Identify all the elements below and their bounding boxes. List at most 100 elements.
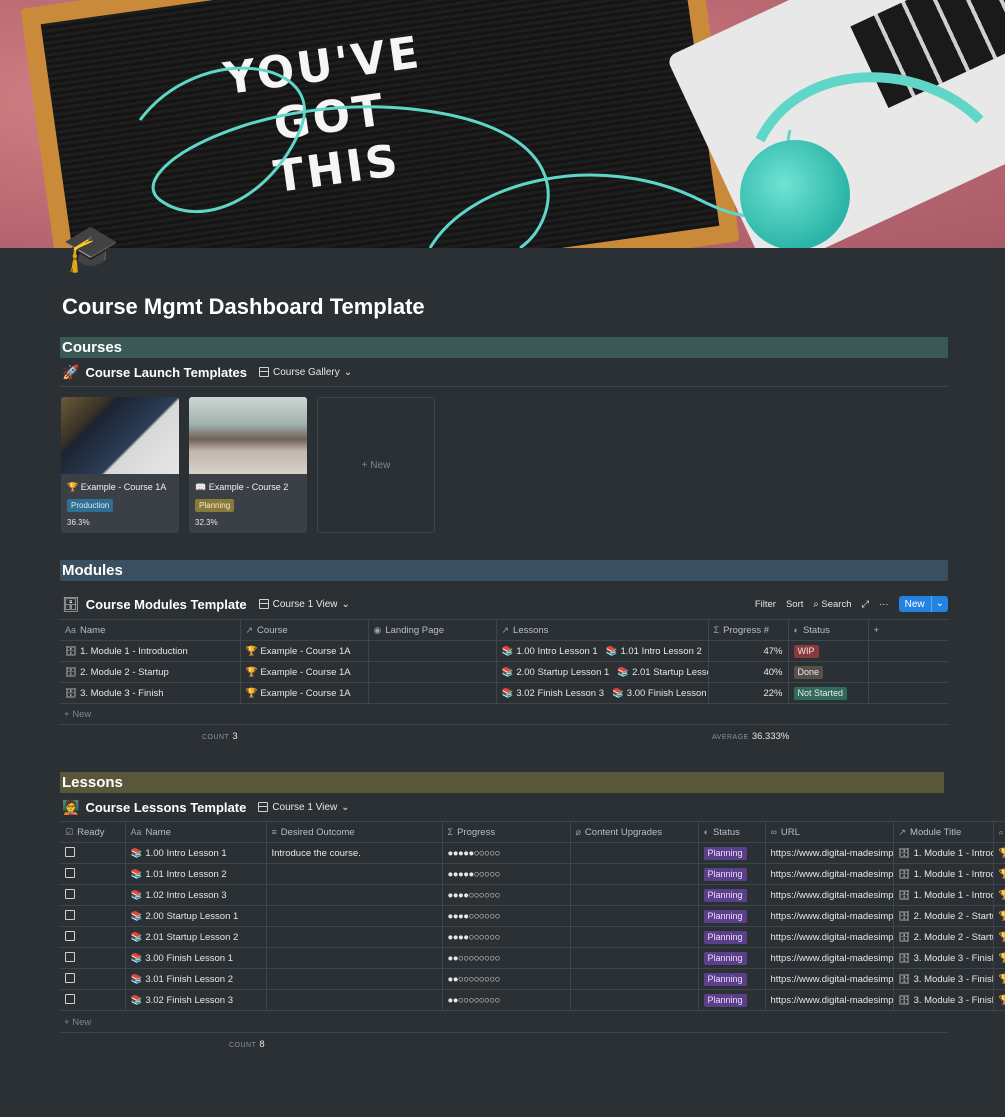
ready-checkbox[interactable] bbox=[65, 993, 75, 1004]
landing-page-cell[interactable] bbox=[368, 682, 497, 704]
outcome-cell[interactable] bbox=[266, 863, 443, 885]
progress-cell[interactable]: ●●●●●○○○○○ bbox=[442, 842, 571, 864]
content-upgrades-cell[interactable] bbox=[570, 968, 699, 990]
table-row[interactable]: 🗄 1. Module 1 - Introduction 🏆 Example - Co… bbox=[60, 640, 948, 662]
lessons-cell[interactable]: 📚 3.02 Finish Lesson 3 📚 3.00 Finish Lesso… bbox=[496, 682, 709, 704]
count-summary[interactable]: COUNT 3 bbox=[202, 731, 238, 742]
ready-cell[interactable] bbox=[60, 842, 126, 864]
lesson-name-cell[interactable]: 📚 2.00 Startup Lesson 1 bbox=[125, 905, 267, 927]
progress-cell[interactable]: 47% bbox=[708, 640, 789, 662]
progress-cell[interactable]: 40% bbox=[708, 661, 789, 683]
ready-cell[interactable] bbox=[60, 863, 126, 885]
table-row[interactable]: 📚 2.00 Startup Lesson 1 ●●●●○○○○○○ Planning… bbox=[60, 905, 1005, 927]
progress-cell[interactable]: ●●○○○○○○○○ bbox=[442, 989, 571, 1011]
url-cell[interactable]: https://www.digital-madesimple bbox=[765, 989, 894, 1011]
status-cell[interactable]: Planning bbox=[698, 926, 766, 948]
ready-checkbox[interactable] bbox=[65, 930, 75, 941]
ready-checkbox[interactable] bbox=[65, 867, 75, 878]
course-cell[interactable]: 🏆 Example - Course 1A bbox=[240, 640, 369, 662]
progress-cell[interactable]: ●●●●○○○○○○ bbox=[442, 884, 571, 906]
ready-checkbox[interactable] bbox=[65, 951, 75, 962]
table-row[interactable]: 📚 1.01 Intro Lesson 2 ●●●●●○○○○○ Planning ht… bbox=[60, 863, 1005, 885]
module-title-cell[interactable]: 🗄 1. Module 1 - Introdu bbox=[893, 842, 994, 864]
course-card[interactable]: 🏆 Example - Course 1A Production 36.3% bbox=[61, 397, 179, 533]
url-cell[interactable]: https://www.digital-madesimple bbox=[765, 863, 894, 885]
column-header-status[interactable]: ◐ Status bbox=[788, 619, 869, 641]
table-row[interactable]: 📚 1.00 Intro Lesson 1 Introduce the course… bbox=[60, 842, 1005, 864]
module-name-cell[interactable]: 🗄 2. Module 2 - Startup bbox=[60, 661, 241, 683]
new-row-button[interactable]: + New bbox=[64, 1017, 91, 1028]
progress-cell[interactable]: ●●●●●○○○○○ bbox=[442, 863, 571, 885]
content-upgrades-cell[interactable] bbox=[570, 884, 699, 906]
module-name-cell[interactable]: 🗄 3. Module 3 - Finish bbox=[60, 682, 241, 704]
new-record-button[interactable]: New ⌄ bbox=[898, 596, 948, 612]
outcome-cell[interactable] bbox=[266, 926, 443, 948]
url-cell[interactable]: https://www.digital-madesimple bbox=[765, 968, 894, 990]
table-row[interactable]: 📚 1.02 Intro Lesson 3 ●●●●○○○○○○ Planning ht… bbox=[60, 884, 1005, 906]
new-row-button[interactable]: + New bbox=[64, 709, 91, 720]
content-upgrades-cell[interactable] bbox=[570, 989, 699, 1011]
outcome-cell[interactable] bbox=[266, 884, 443, 906]
table-row[interactable]: 📚 2.01 Startup Lesson 2 ●●●●○○○○○○ Planning… bbox=[60, 926, 1005, 948]
ready-cell[interactable] bbox=[60, 947, 126, 969]
count-summary[interactable]: COUNT 8 bbox=[229, 1039, 265, 1050]
progress-cell[interactable]: ●●●●○○○○○○ bbox=[442, 926, 571, 948]
status-cell[interactable]: Planning bbox=[698, 905, 766, 927]
outcome-cell[interactable] bbox=[266, 947, 443, 969]
lessons-cell[interactable]: 📚 1.00 Intro Lesson 1 📚 1.01 Intro Lesson … bbox=[496, 640, 709, 662]
modules-view-selector[interactable]: Course 1 View ⌄ bbox=[258, 599, 350, 610]
ready-cell[interactable] bbox=[60, 905, 126, 927]
progress-cell[interactable]: ●●○○○○○○○○ bbox=[442, 968, 571, 990]
status-cell[interactable]: Not Started bbox=[788, 682, 869, 704]
column-header-ready[interactable]: ☑ Ready bbox=[60, 821, 126, 843]
content-upgrades-cell[interactable] bbox=[570, 863, 699, 885]
status-cell[interactable]: Done bbox=[788, 661, 869, 683]
progress-cell[interactable]: ●●○○○○○○○○ bbox=[442, 947, 571, 969]
ready-checkbox[interactable] bbox=[65, 846, 75, 857]
module-title-cell[interactable]: 🗄 1. Module 1 - Introdu bbox=[893, 884, 994, 906]
outcome-cell[interactable] bbox=[266, 968, 443, 990]
new-card-button[interactable]: + New bbox=[317, 397, 435, 533]
module-title-cell[interactable]: 🗄 3. Module 3 - Finish bbox=[893, 989, 994, 1011]
course-cell[interactable]: 🏆 Example - Course 1A bbox=[240, 682, 369, 704]
content-upgrades-cell[interactable] bbox=[570, 926, 699, 948]
outcome-cell[interactable] bbox=[266, 905, 443, 927]
status-cell[interactable]: WIP bbox=[788, 640, 869, 662]
lessons-view-selector[interactable]: Course 1 View ⌄ bbox=[258, 802, 350, 813]
lesson-name-cell[interactable]: 📚 1.01 Intro Lesson 2 bbox=[125, 863, 267, 885]
landing-page-cell[interactable] bbox=[368, 661, 497, 683]
add-column-button[interactable]: + bbox=[868, 619, 948, 641]
module-title-cell[interactable]: 🗄 3. Module 3 - Finish bbox=[893, 947, 994, 969]
lesson-name-cell[interactable]: 📚 3.02 Finish Lesson 3 bbox=[125, 989, 267, 1011]
filter-button[interactable]: Filter bbox=[755, 599, 776, 610]
table-row[interactable]: 📚 3.01 Finish Lesson 2 ●●○○○○○○○○ Planning h… bbox=[60, 968, 1005, 990]
status-cell[interactable]: Planning bbox=[698, 863, 766, 885]
course-card[interactable]: 📖 Example - Course 2 Planning 32.3% bbox=[189, 397, 307, 533]
lessons-cell[interactable]: 📚 2.00 Startup Lesson 1 📚 2.01 Startup Les… bbox=[496, 661, 709, 683]
column-header-name[interactable]: Aa Name bbox=[125, 821, 267, 843]
average-summary[interactable]: AVERAGE 36.333% bbox=[712, 731, 789, 742]
url-cell[interactable]: https://www.digital-madesimple bbox=[765, 926, 894, 948]
courses-db-title[interactable]: Course Launch Templates bbox=[85, 365, 247, 380]
progress-cell[interactable]: 22% bbox=[708, 682, 789, 704]
lesson-name-cell[interactable]: 📚 1.02 Intro Lesson 3 bbox=[125, 884, 267, 906]
column-header-desired-outcome[interactable]: ≡ Desired Outcome bbox=[266, 821, 443, 843]
column-header-url[interactable]: ∞ URL bbox=[765, 821, 894, 843]
landing-page-cell[interactable] bbox=[368, 640, 497, 662]
table-row[interactable]: 🗄 3. Module 3 - Finish 🏆 Example - Course 1… bbox=[60, 682, 948, 704]
lesson-name-cell[interactable]: 📚 2.01 Startup Lesson 2 bbox=[125, 926, 267, 948]
content-upgrades-cell[interactable] bbox=[570, 842, 699, 864]
chevron-down-icon[interactable]: ⌄ bbox=[930, 596, 948, 612]
module-name-cell[interactable]: 🗄 1. Module 1 - Introduction bbox=[60, 640, 241, 662]
column-header-status[interactable]: ◐ Status bbox=[698, 821, 766, 843]
more-options-button[interactable]: ··· bbox=[879, 599, 889, 610]
column-header-landing-page[interactable]: ◉ Landing Page bbox=[368, 619, 497, 641]
column-header-content-upgrades[interactable]: ⌀ Content Upgrades bbox=[570, 821, 699, 843]
content-upgrades-cell[interactable] bbox=[570, 905, 699, 927]
url-cell[interactable]: https://www.digital-madesimple bbox=[765, 884, 894, 906]
ready-cell[interactable] bbox=[60, 989, 126, 1011]
outcome-cell[interactable] bbox=[266, 989, 443, 1011]
column-header-progress[interactable]: Σ Progress bbox=[442, 821, 571, 843]
module-title-cell[interactable]: 🗄 1. Module 1 - Introdu bbox=[893, 863, 994, 885]
module-title-cell[interactable]: 🗄 3. Module 3 - Finish bbox=[893, 968, 994, 990]
